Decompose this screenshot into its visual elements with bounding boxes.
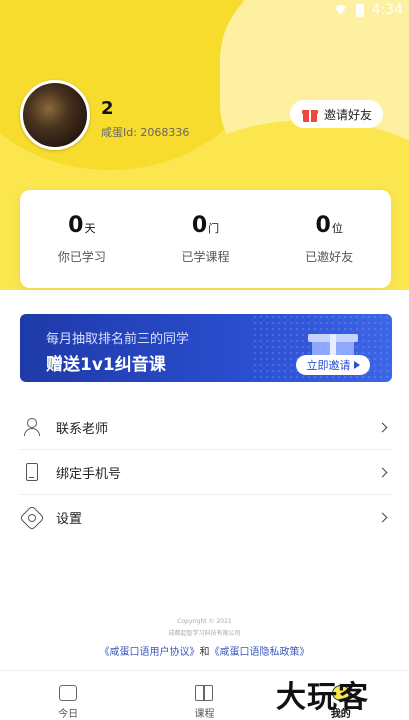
teacher-icon xyxy=(22,417,42,437)
chevron-right-icon xyxy=(377,422,388,432)
tab-today[interactable]: 今日 xyxy=(0,671,136,720)
battery-icon xyxy=(355,3,364,17)
menu-item-settings[interactable]: 设置 xyxy=(19,495,392,540)
phone-icon xyxy=(22,462,42,482)
stat-label: 已学课程 xyxy=(181,249,230,264)
menu-item-label: 设置 xyxy=(56,512,83,527)
stat-courses-learned: 0 门 已学课程 xyxy=(144,190,268,288)
user-agreement-link[interactable]: 《咸蛋口语用户协议》 xyxy=(100,647,200,658)
invite-now-button[interactable]: 立即邀请 xyxy=(296,355,370,375)
settings-menu: 联系老师 绑定手机号 设置 xyxy=(19,405,392,540)
stat-friends-invited: 0 位 已邀好友 xyxy=(267,190,391,288)
chevron-right-icon xyxy=(377,512,388,523)
stat-label: 已邀好友 xyxy=(305,249,354,264)
menu-item-label: 联系老师 xyxy=(56,421,109,437)
legal-conjunction: 和 xyxy=(199,647,210,658)
watermark: 大玩客 xyxy=(276,680,369,715)
copyright-text: Copyright © 2021 xyxy=(177,618,232,625)
stat-unit: 门 xyxy=(208,221,220,235)
invite-friends-button[interactable]: 邀请好友 xyxy=(290,100,383,128)
stat-unit: 天 xyxy=(84,221,96,235)
menu-item-contact-teacher[interactable]: 联系老师 xyxy=(20,405,392,450)
calendar-icon xyxy=(59,685,78,701)
tab-label: 今日 xyxy=(58,709,79,720)
invite-now-label: 立即邀请 xyxy=(306,359,351,372)
invite-friends-label: 邀请好友 xyxy=(324,107,373,122)
play-arrow-icon xyxy=(353,361,360,369)
promo-banner[interactable]: 每月抽取排名前三的同学 赠送1v1纠音课 立即邀请 xyxy=(20,314,392,382)
user-id: 咸蛋Id: 2068336 xyxy=(101,126,190,139)
tab-courses[interactable]: 课程 xyxy=(136,671,272,720)
book-icon xyxy=(195,685,214,701)
privacy-policy-link[interactable]: 《咸蛋口语隐私政策》 xyxy=(210,647,310,658)
status-bar: 4:34 xyxy=(289,0,409,20)
legal-links: 《咸蛋口语用户协议》和《咸蛋口语隐私政策》 xyxy=(0,643,409,658)
menu-item-label: 绑定手机号 xyxy=(56,466,122,482)
banner-title: 赠送1v1纠音课 xyxy=(46,355,166,375)
gift-icon xyxy=(302,107,318,122)
chevron-right-icon xyxy=(377,467,388,477)
menu-item-bind-phone[interactable]: 绑定手机号 xyxy=(20,450,392,495)
stat-value: 0 xyxy=(191,212,208,238)
status-time: 4:34 xyxy=(371,2,403,18)
tab-label: 课程 xyxy=(194,709,215,720)
username: 2 xyxy=(101,98,114,119)
wifi-icon xyxy=(333,5,348,15)
stat-label: 你已学习 xyxy=(57,249,106,264)
stat-unit: 位 xyxy=(331,221,343,235)
stat-value: 0 xyxy=(68,212,84,238)
stat-days-studied: 0 天 你已学习 xyxy=(20,190,144,288)
company-text: 成都起智学习科技有限公司 xyxy=(168,630,241,637)
stat-value: 0 xyxy=(315,212,331,238)
stats-card: 0 天 你已学习 0 门 已学课程 0 位 已邀好友 xyxy=(20,190,391,288)
settings-icon xyxy=(19,504,45,531)
banner-subtitle: 每月抽取排名前三的同学 xyxy=(46,332,190,347)
avatar[interactable] xyxy=(20,80,90,150)
